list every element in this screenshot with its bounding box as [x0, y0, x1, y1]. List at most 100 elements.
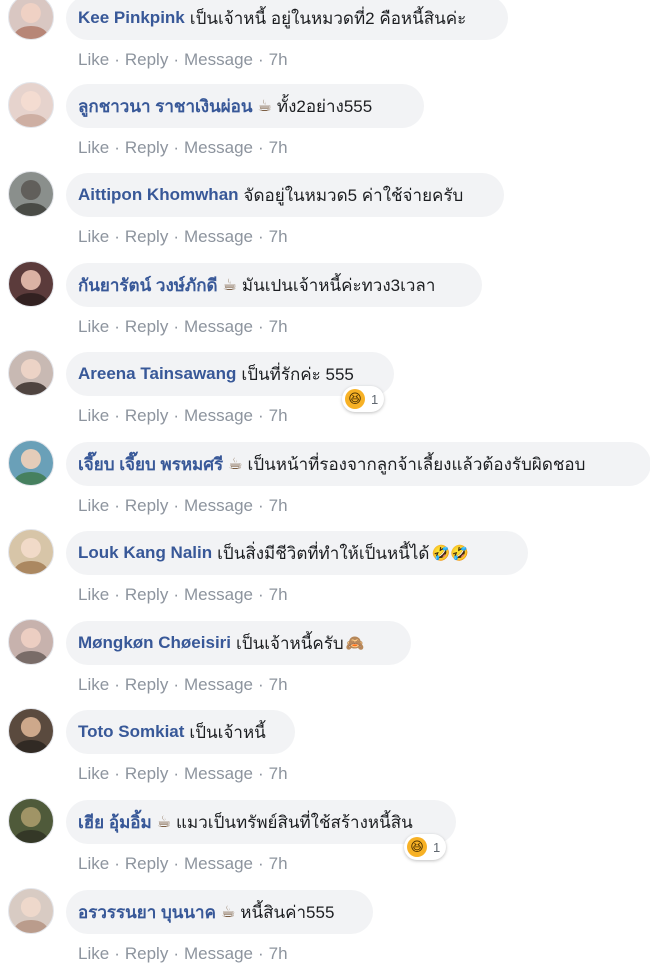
avatar[interactable]	[8, 888, 54, 934]
separator: ·	[173, 854, 179, 873]
commenter-name[interactable]: Møngkøn Chøeisiri	[78, 633, 231, 653]
timestamp-link[interactable]: 7h	[269, 854, 288, 873]
reply-link[interactable]: Reply	[125, 138, 168, 157]
reply-link[interactable]: Reply	[125, 585, 168, 604]
avatar[interactable]	[8, 619, 54, 665]
separator: ·	[257, 50, 264, 69]
separator: ·	[173, 764, 179, 783]
timestamp-link[interactable]: 7h	[269, 406, 288, 425]
comment-text: เป็นสิ่งมีชีวิตที่ทำให้เป็นหนี้ได้	[217, 543, 430, 563]
timestamp-link[interactable]: 7h	[269, 675, 288, 694]
like-link[interactable]: Like	[78, 317, 109, 336]
like-link[interactable]: Like	[78, 675, 109, 694]
commenter-name[interactable]: เจี๊ยบ เจี๊ยบ พรหมศรี	[78, 451, 223, 478]
commenter-name[interactable]: Aittipon Khomwhan	[78, 185, 239, 205]
timestamp-link[interactable]: 7h	[269, 317, 288, 336]
avatar[interactable]	[8, 350, 54, 396]
commenter-name[interactable]: อรวรรนยา บุนนาค	[78, 899, 216, 926]
commenter-name[interactable]: เฮีย อุ้มอิ้ม	[78, 809, 152, 836]
like-link[interactable]: Like	[78, 496, 109, 515]
like-link[interactable]: Like	[78, 406, 109, 425]
comment-bubble: Aittipon Khomwhan จัดอยู่ในหมวด5 ค่าใช้จ่…	[66, 173, 504, 217]
avatar[interactable]	[8, 440, 54, 486]
separator: ·	[173, 138, 179, 157]
separator: ·	[257, 317, 264, 336]
message-link[interactable]: Message	[184, 138, 253, 157]
reply-link[interactable]: Reply	[125, 944, 168, 963]
timestamp-link[interactable]: 7h	[269, 227, 288, 246]
avatar[interactable]	[8, 798, 54, 844]
timestamp-link[interactable]: 7h	[269, 585, 288, 604]
separator: ·	[114, 138, 120, 157]
avatar[interactable]	[8, 82, 54, 128]
separator: ·	[114, 675, 120, 694]
reply-link[interactable]: Reply	[125, 227, 168, 246]
avatar[interactable]	[8, 708, 54, 754]
separator: ·	[114, 585, 120, 604]
commenter-name[interactable]: Areena Tainsawang	[78, 364, 236, 384]
message-link[interactable]: Message	[184, 854, 253, 873]
separator: ·	[114, 50, 120, 69]
timestamp-link[interactable]: 7h	[269, 50, 288, 69]
separator: ·	[173, 50, 179, 69]
message-link[interactable]: Message	[184, 764, 253, 783]
timestamp-link[interactable]: 7h	[269, 138, 288, 157]
like-link[interactable]: Like	[78, 50, 109, 69]
reply-link[interactable]: Reply	[125, 496, 168, 515]
like-link[interactable]: Like	[78, 944, 109, 963]
like-link[interactable]: Like	[78, 854, 109, 873]
coffee-cup-icon: ☕	[220, 904, 236, 921]
reaction-summary[interactable]: 😆 1	[342, 386, 385, 412]
timestamp-link[interactable]: 7h	[269, 764, 288, 783]
timestamp-link[interactable]: 7h	[269, 944, 288, 963]
avatar[interactable]	[8, 0, 54, 40]
reply-link[interactable]: Reply	[125, 317, 168, 336]
message-link[interactable]: Message	[184, 496, 253, 515]
separator: ·	[114, 944, 120, 963]
like-link[interactable]: Like	[78, 585, 109, 604]
comment-text: เป็นเจ้าหนี้	[189, 722, 266, 742]
separator: ·	[173, 406, 179, 425]
separator: ·	[257, 585, 264, 604]
like-link[interactable]: Like	[78, 764, 109, 783]
commenter-name[interactable]: กันยารัตน์ วงษ์ภักดี	[78, 272, 218, 299]
avatar[interactable]	[8, 261, 54, 307]
comment-item: Toto Somkiat เป็นเจ้าหนี้ Like · Reply · Messa…	[0, 698, 650, 788]
reply-link[interactable]: Reply	[125, 406, 168, 425]
comment-bubble: Louk Kang Nalin เป็นสิ่งมีชีวิตที่ทำให้เป…	[66, 531, 528, 575]
comment-text: เป็นเจ้าหนี้ครับ	[236, 633, 344, 653]
message-link[interactable]: Message	[184, 406, 253, 425]
comment-item: Kee Pinkpink เป็นเจ้าหนี้ อยู่ในหมวดที่2 …	[0, 0, 650, 74]
comment-bubble: เฮีย อุ้มอิ้ม ☕ แมวเป็นทรัพย์สินที่ใช้สร้า…	[66, 800, 456, 844]
message-link[interactable]: Message	[184, 944, 253, 963]
emoji-icon: 🤣🤣	[431, 545, 469, 562]
avatar[interactable]	[8, 529, 54, 575]
reply-link[interactable]: Reply	[125, 854, 168, 873]
message-link[interactable]: Message	[184, 50, 253, 69]
commenter-name[interactable]: ลูกชาวนา ราชาเงินผ่อน	[78, 93, 253, 120]
comment-text: จัดอยู่ในหมวด5 ค่าใช้จ่ายครับ	[243, 185, 464, 205]
commenter-name[interactable]: Louk Kang Nalin	[78, 543, 212, 563]
message-link[interactable]: Message	[184, 317, 253, 336]
coffee-cup-icon: ☕	[257, 98, 272, 115]
like-link[interactable]: Like	[78, 227, 109, 246]
reply-link[interactable]: Reply	[125, 50, 168, 69]
like-link[interactable]: Like	[78, 138, 109, 157]
avatar[interactable]	[8, 171, 54, 217]
separator: ·	[114, 227, 120, 246]
message-link[interactable]: Message	[184, 227, 253, 246]
separator: ·	[114, 764, 120, 783]
commenter-name[interactable]: Toto Somkiat	[78, 722, 184, 742]
commenter-name[interactable]: Kee Pinkpink	[78, 8, 185, 28]
comment-item: Møngkøn Chøeisiri เป็นเจ้าหนี้ครับ 🙈 Like · R…	[0, 609, 650, 699]
timestamp-link[interactable]: 7h	[269, 496, 288, 515]
reply-link[interactable]: Reply	[125, 675, 168, 694]
message-link[interactable]: Message	[184, 675, 253, 694]
reply-link[interactable]: Reply	[125, 764, 168, 783]
comment-item: กันยารัตน์ วงษ์ภักดี ☕ มันเปนเจ้าหนี้ค่ะทว…	[0, 251, 650, 341]
reaction-summary[interactable]: 😆 1	[404, 834, 447, 860]
comment-actions: Like · Reply · Message · 7h	[78, 50, 288, 70]
message-link[interactable]: Message	[184, 585, 253, 604]
comment-text: แมวเป็นทรัพย์สินที่ใช้สร้างหนี้สิน	[176, 812, 413, 832]
comment-item: ลูกชาวนา ราชาเงินผ่อน ☕ ทั้ง2อย่าง555 Like ·…	[0, 72, 650, 162]
